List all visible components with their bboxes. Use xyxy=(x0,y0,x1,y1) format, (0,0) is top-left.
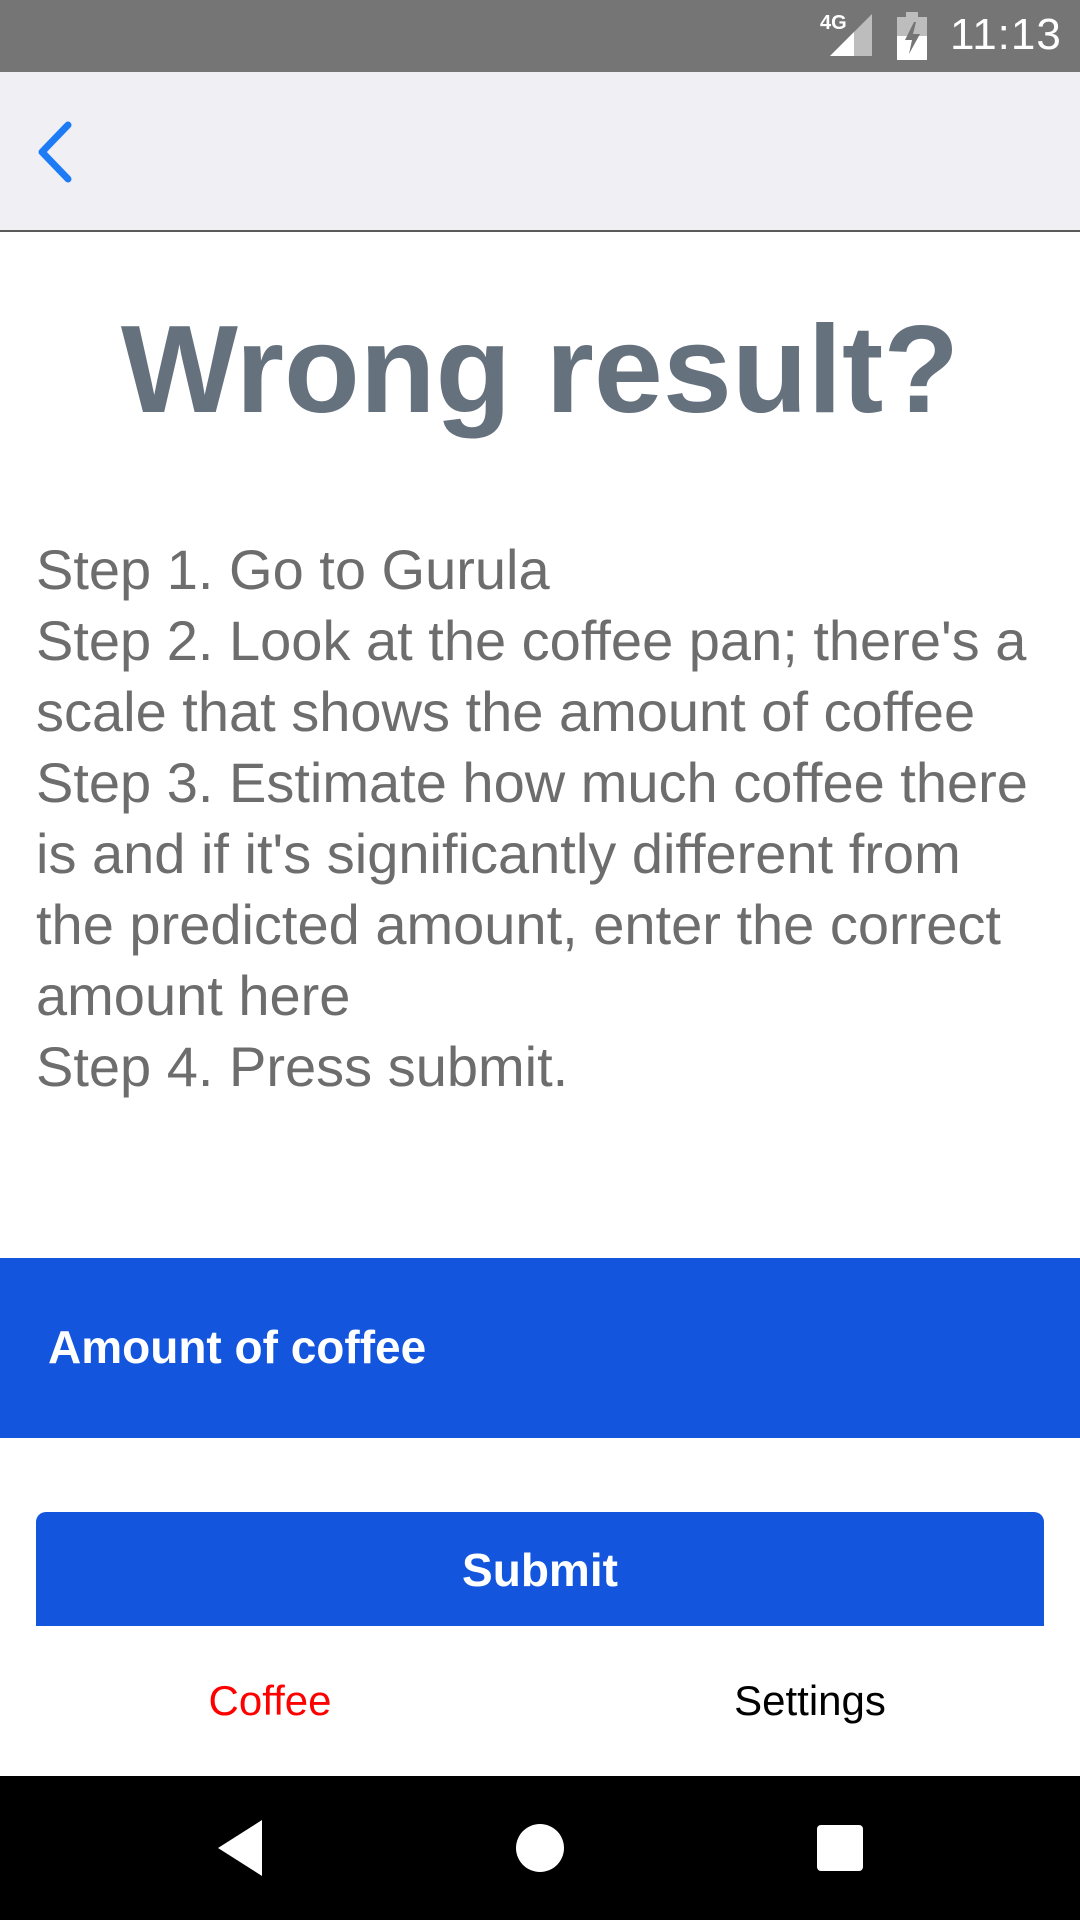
app-bar xyxy=(0,72,1080,232)
clock: 11:13 xyxy=(950,10,1062,59)
screen: 4G 11:13 Wrong result? Step 1. Go to Gur… xyxy=(0,0,1080,1920)
submit-button-label: Submit xyxy=(462,1544,618,1596)
tab-coffee-label: Coffee xyxy=(208,1677,332,1724)
triangle-back-icon xyxy=(218,1820,262,1876)
submit-button[interactable]: Submit xyxy=(36,1512,1044,1628)
step-4: Step 4. Press submit. xyxy=(36,1035,569,1098)
status-bar: 4G 11:13 xyxy=(0,0,1080,72)
page-title: Wrong result? xyxy=(120,301,960,439)
step-3: Step 3. Estimate how much coffee there i… xyxy=(36,751,1028,1027)
step-1: Step 1. Go to Gurula xyxy=(36,538,550,601)
circle-home-icon xyxy=(516,1824,564,1872)
step-2: Step 2. Look at the coffee pan; there's … xyxy=(36,609,1027,743)
square-recents-icon xyxy=(817,1825,863,1871)
tab-coffee[interactable]: Coffee xyxy=(0,1626,540,1776)
signal-icon: 4G xyxy=(820,12,876,58)
chevron-left-icon xyxy=(38,121,72,183)
back-button[interactable] xyxy=(14,112,94,192)
tab-settings[interactable]: Settings xyxy=(540,1626,1080,1776)
nav-recents-button[interactable] xyxy=(806,1814,874,1882)
amount-field-placeholder: Amount of coffee xyxy=(48,1321,427,1373)
instructions: Step 1. Go to Gurula Step 2. Look at the… xyxy=(36,534,1046,1102)
nav-back-button[interactable] xyxy=(206,1814,274,1882)
nav-home-button[interactable] xyxy=(506,1814,574,1882)
tab-settings-label: Settings xyxy=(734,1677,886,1724)
battery-icon xyxy=(897,12,927,60)
amount-of-coffee-input[interactable]: Amount of coffee xyxy=(0,1258,1080,1438)
system-nav-bar xyxy=(0,1776,1080,1920)
tab-bar: Coffee Settings xyxy=(0,1626,1080,1776)
